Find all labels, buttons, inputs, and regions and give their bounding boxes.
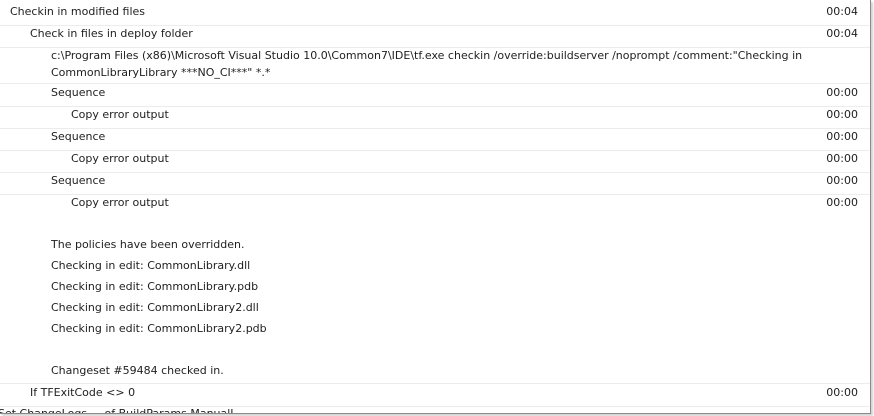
command-line-text: c:\Program Files (x86)\Microsoft Visual … xyxy=(51,49,803,79)
log-row-if-exit-code[interactable]: If TFExitCode <> 0 00:00 xyxy=(0,385,870,407)
activity-label: If TFExitCode <> 0 xyxy=(30,386,136,399)
log-message-checkin-edit: Checking in edit: CommonLibrary2.pdb xyxy=(0,321,870,341)
log-row-command: c:\Program Files (x86)\Microsoft Visual … xyxy=(0,47,870,84)
activity-duration: 00:00 xyxy=(826,174,858,187)
log-row-checkin-deploy[interactable]: Check in files in deploy folder 00:04 xyxy=(0,26,870,48)
activity-duration: 00:00 xyxy=(826,108,858,121)
log-row-sequence[interactable]: Sequence 00:00 xyxy=(0,85,870,107)
log-message-text: Checking in edit: CommonLibrary.dll xyxy=(51,259,251,272)
build-log-panel: Checkin in modified files 00:04 Check in… xyxy=(0,0,871,414)
log-message-text: Checking in edit: CommonLibrary2.dll xyxy=(51,301,259,314)
activity-duration: 00:00 xyxy=(826,152,858,165)
activity-duration: 00:00 xyxy=(826,130,858,143)
log-row-copy-error-output[interactable]: Copy error output 00:00 xyxy=(0,107,870,129)
activity-label: Set ChangeLogs ... of BuildParams Manual… xyxy=(0,407,247,414)
activity-duration: 00:00 xyxy=(826,86,858,99)
log-row-cutoff[interactable]: Set ChangeLogs ... of BuildParams Manual… xyxy=(0,406,870,414)
log-message-checkin-edit: Checking in edit: CommonLibrary2.dll xyxy=(0,300,870,320)
activity-label: Sequence xyxy=(51,174,106,187)
log-message-checkin-edit: Checking in edit: CommonLibrary.dll xyxy=(0,258,870,278)
log-message-text: Checking in edit: CommonLibrary2.pdb xyxy=(51,322,267,335)
activity-label: Check in files in deploy folder xyxy=(30,27,193,40)
log-row-checkin-modified[interactable]: Checkin in modified files 00:04 xyxy=(0,4,870,26)
activity-label: Sequence xyxy=(51,130,106,143)
log-row-sequence[interactable]: Sequence 00:00 xyxy=(0,129,870,151)
activity-duration: 00:04 xyxy=(826,27,858,40)
log-message-policies: The policies have been overridden. xyxy=(0,237,870,257)
log-message-text: Checking in edit: CommonLibrary.pdb xyxy=(51,280,259,293)
activity-label: Copy error output xyxy=(71,196,169,209)
log-message-changeset: Changeset #59484 checked in. xyxy=(0,363,870,384)
activity-label: Sequence xyxy=(51,86,106,99)
log-row-copy-error-output[interactable]: Copy error output 00:00 xyxy=(0,151,870,173)
log-message-text: The policies have been overridden. xyxy=(51,238,245,251)
activity-duration: 00:00 xyxy=(826,196,858,209)
activity-label: Copy error output xyxy=(71,108,169,121)
log-message-text: Changeset #59484 checked in. xyxy=(51,364,224,377)
activity-label: Checkin in modified files xyxy=(10,5,146,18)
log-message-checkin-edit: Checking in edit: CommonLibrary.pdb xyxy=(0,279,870,299)
activity-label: Copy error output xyxy=(71,152,169,165)
activity-duration: 00:04 xyxy=(826,5,858,18)
log-row-sequence[interactable]: Sequence 00:00 xyxy=(0,173,870,195)
log-row-copy-error-output[interactable]: Copy error output 00:00 xyxy=(0,195,870,217)
activity-duration: 00:00 xyxy=(826,386,858,399)
